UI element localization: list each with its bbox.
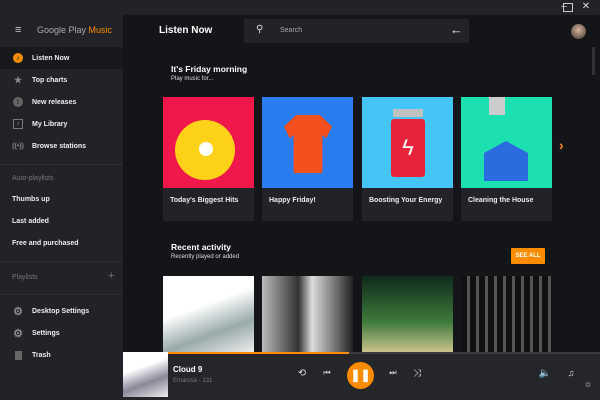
- next-icon[interactable]: ⏭: [386, 368, 400, 378]
- sidebar: ≡ Google Play Music ♪ Listen Now ★ Top cha…: [0, 15, 123, 400]
- playlist-card[interactable]: Cleaning the House: [461, 97, 552, 221]
- sidebar-item-new-releases[interactable]: ! New releases: [0, 91, 123, 113]
- search-icon: ⚲: [256, 24, 264, 35]
- pause-button[interactable]: ❚❚: [347, 362, 374, 389]
- album-card[interactable]: [362, 276, 453, 352]
- sidebar-item-label: Top charts: [32, 76, 68, 84]
- progress-fill: [168, 352, 350, 354]
- see-all-button[interactable]: SEE ALL: [511, 248, 545, 264]
- logo-music: Music: [88, 25, 113, 35]
- now-playing-art[interactable]: [123, 352, 168, 397]
- player-bar: Cloud 9 Emarosa - 131 ⟲ ⏮ ❚❚ ⏭ ⤨ 🔈 ♫ ⧉: [123, 352, 600, 400]
- track-artist[interactable]: Emarosa - 131: [173, 378, 212, 384]
- gear-icon: ⚙: [13, 305, 23, 318]
- divider: [0, 164, 123, 165]
- popout-icon[interactable]: ⧉: [581, 382, 595, 390]
- volume-icon[interactable]: 🔈: [538, 368, 552, 379]
- sidebar-item-trash[interactable]: Trash: [0, 344, 123, 366]
- card-art: [262, 97, 353, 188]
- radio-icon: ((•)): [12, 142, 24, 150]
- search-input[interactable]: Search: [280, 27, 302, 34]
- sidebar-item-listen-now[interactable]: ♪ Listen Now: [0, 47, 123, 69]
- listen-now-icon: ♪: [13, 53, 23, 63]
- album-card[interactable]: [461, 276, 552, 352]
- avatar[interactable]: [571, 24, 586, 39]
- search-bar[interactable]: ⚲ Search ←: [244, 19, 469, 43]
- playlist-free-and-purchased[interactable]: Free and purchased: [12, 240, 79, 247]
- section-title: It's Friday morning: [171, 64, 248, 74]
- title-bar: – ✕: [0, 0, 600, 15]
- divider: [0, 294, 123, 295]
- sidebar-item-browse-stations[interactable]: ((•)) Browse stations: [0, 135, 123, 157]
- card-label: Cleaning the House: [468, 197, 534, 204]
- sidebar-item-settings[interactable]: ⚙ Settings: [0, 322, 123, 344]
- card-label: Happy Friday!: [269, 197, 316, 204]
- playlist-last-added[interactable]: Last added: [12, 218, 49, 225]
- album-card[interactable]: [262, 276, 353, 352]
- sidebar-item-my-library[interactable]: ♪ My Library: [0, 113, 123, 135]
- library-icon: ♪: [13, 119, 23, 129]
- sidebar-item-label: Desktop Settings: [32, 307, 90, 315]
- trash-icon: [13, 350, 23, 360]
- card-label: Boosting Your Energy: [369, 197, 443, 204]
- track-title[interactable]: Cloud 9: [173, 365, 202, 374]
- card-label: Today's Biggest Hits: [170, 197, 239, 204]
- back-arrow-icon[interactable]: ←: [450, 22, 463, 37]
- playlists-header: Playlists: [12, 274, 38, 281]
- playlist-thumbs-up[interactable]: Thumbs up: [12, 196, 50, 203]
- auto-playlists-header: Auto-playlists: [12, 175, 54, 182]
- playlist-card[interactable]: Today's Biggest Hits: [163, 97, 254, 221]
- logo: Google Play Music: [37, 25, 112, 35]
- playlist-card[interactable]: Happy Friday!: [262, 97, 353, 221]
- page-title: Listen Now: [159, 25, 213, 36]
- close-button[interactable]: ✕: [576, 0, 596, 15]
- sidebar-item-label: My Library: [32, 120, 68, 128]
- progress-bar[interactable]: [168, 352, 600, 354]
- sidebar-item-label: Browse stations: [32, 142, 87, 150]
- shuffle-icon[interactable]: ⤨: [410, 368, 424, 379]
- gear-icon: ⚙: [13, 327, 23, 340]
- add-playlist-icon[interactable]: +: [108, 270, 114, 282]
- sidebar-item-top-charts[interactable]: ★ Top charts: [0, 69, 123, 91]
- repeat-icon[interactable]: ⟲: [295, 368, 309, 379]
- album-card[interactable]: [163, 276, 254, 352]
- star-icon: ★: [13, 74, 23, 85]
- scrollbar[interactable]: [592, 47, 595, 75]
- new-releases-icon: !: [13, 97, 23, 107]
- section-title: Recent activity: [171, 242, 231, 252]
- sidebar-item-label: New releases: [32, 98, 77, 106]
- maximize-button[interactable]: [563, 3, 573, 12]
- playlist-card[interactable]: ϟ Boosting Your Energy: [362, 97, 453, 221]
- card-art: [461, 97, 552, 188]
- sidebar-item-label: Listen Now: [32, 54, 70, 62]
- queue-icon[interactable]: ♫: [564, 368, 578, 378]
- card-art: ϟ: [362, 97, 453, 188]
- card-art: [163, 97, 254, 188]
- section-subtitle: Play music for...: [171, 76, 214, 82]
- sidebar-item-desktop-settings[interactable]: ⚙ Desktop Settings: [0, 300, 123, 322]
- sidebar-item-label: Trash: [32, 351, 51, 359]
- divider: [0, 261, 123, 262]
- section-subtitle: Recently played or added: [171, 254, 240, 260]
- sidebar-item-label: Settings: [32, 329, 60, 337]
- chevron-right-icon[interactable]: ›: [559, 137, 564, 153]
- logo-google: Google Play: [37, 25, 87, 35]
- previous-icon[interactable]: ⏮: [320, 368, 334, 378]
- hamburger-menu-icon[interactable]: ≡: [15, 25, 26, 36]
